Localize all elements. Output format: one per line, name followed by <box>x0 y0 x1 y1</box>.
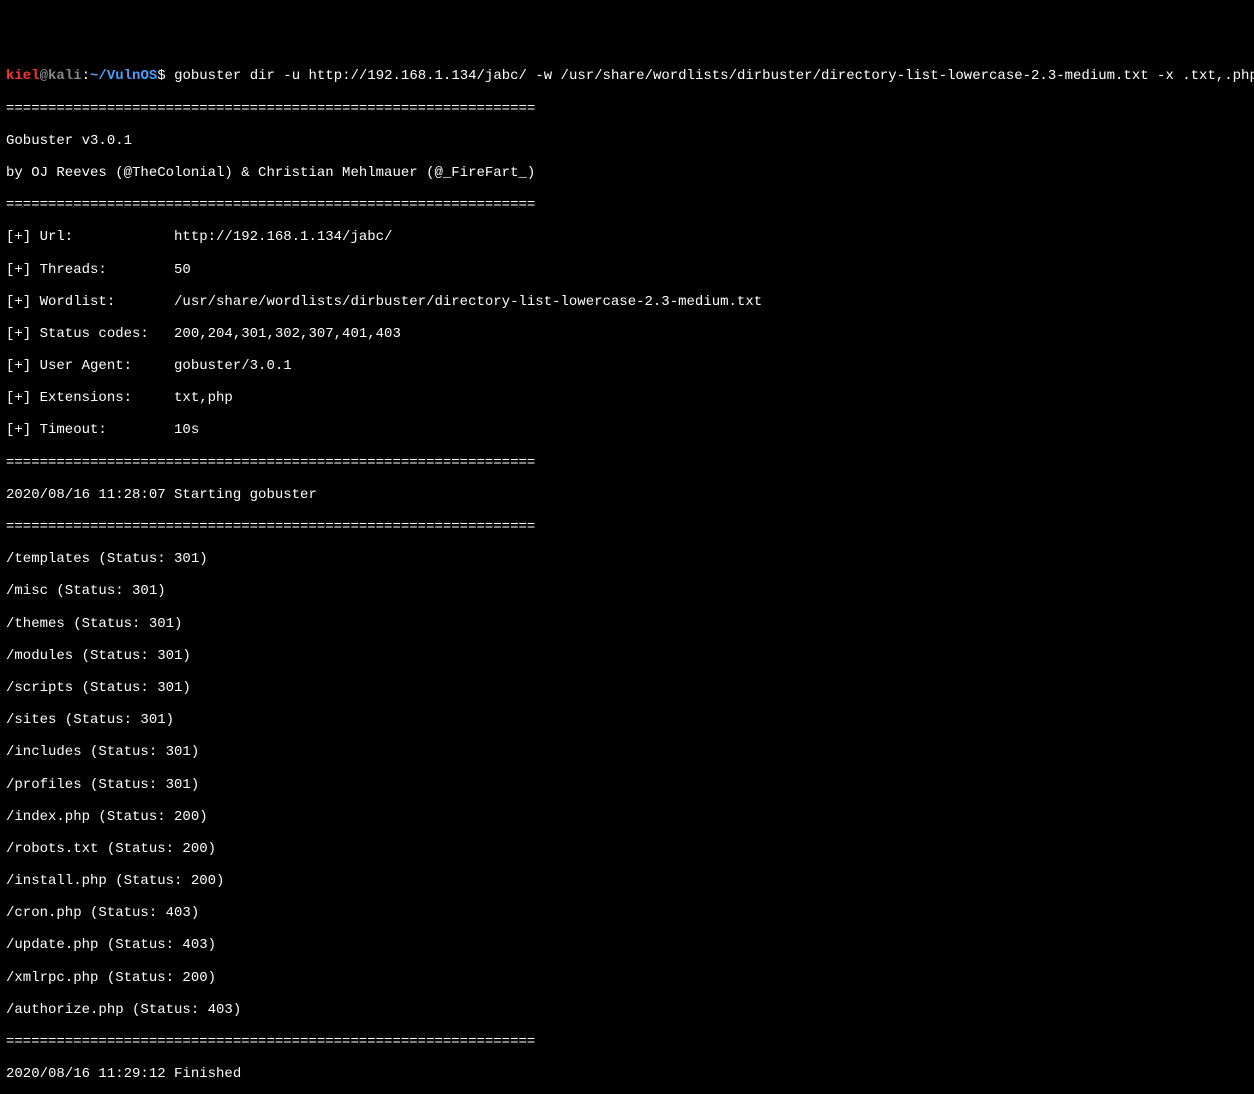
gobuster-authors: by OJ Reeves (@TheColonial) & Christian … <box>6 165 1248 181</box>
prompt-dollar: $ <box>157 68 174 84</box>
divider: ========================================… <box>6 101 1248 117</box>
config-wordlist: [+] Wordlist: /usr/share/wordlists/dirbu… <box>6 294 1248 310</box>
divider: ========================================… <box>6 455 1248 471</box>
result-line: /modules (Status: 301) <box>6 648 1248 664</box>
divider: ========================================… <box>6 197 1248 213</box>
prompt-user: kiel <box>6 68 40 84</box>
result-line: /install.php (Status: 200) <box>6 873 1248 889</box>
result-line: /sites (Status: 301) <box>6 712 1248 728</box>
config-user-agent: [+] User Agent: gobuster/3.0.1 <box>6 358 1248 374</box>
result-line: /misc (Status: 301) <box>6 583 1248 599</box>
gobuster-version: Gobuster v3.0.1 <box>6 133 1248 149</box>
divider: ========================================… <box>6 1034 1248 1050</box>
starting-message: 2020/08/16 11:28:07 Starting gobuster <box>6 487 1248 503</box>
prompt-at: @ <box>40 68 48 84</box>
result-line: /templates (Status: 301) <box>6 551 1248 567</box>
prompt-line-1[interactable]: kiel@kali:~/VulnOS$ gobuster dir -u http… <box>6 68 1248 84</box>
config-extensions: [+] Extensions: txt,php <box>6 390 1248 406</box>
config-url: [+] Url: http://192.168.1.134/jabc/ <box>6 229 1248 245</box>
config-threads: [+] Threads: 50 <box>6 262 1248 278</box>
result-line: /profiles (Status: 301) <box>6 777 1248 793</box>
prompt-tilde: ~/ <box>90 68 107 84</box>
result-line: /xmlrpc.php (Status: 200) <box>6 970 1248 986</box>
prompt-colon: : <box>82 68 90 84</box>
result-line: /themes (Status: 301) <box>6 616 1248 632</box>
config-status-codes: [+] Status codes: 200,204,301,302,307,40… <box>6 326 1248 342</box>
command-text: gobuster dir -u http://192.168.1.134/jab… <box>174 68 1254 84</box>
result-line: /cron.php (Status: 403) <box>6 905 1248 921</box>
result-line: /scripts (Status: 301) <box>6 680 1248 696</box>
config-timeout: [+] Timeout: 10s <box>6 422 1248 438</box>
divider: ========================================… <box>6 519 1248 535</box>
finished-message: 2020/08/16 11:29:12 Finished <box>6 1066 1248 1082</box>
prompt-path: VulnOS <box>107 68 157 84</box>
result-line: /authorize.php (Status: 403) <box>6 1002 1248 1018</box>
result-line: /update.php (Status: 403) <box>6 937 1248 953</box>
result-line: /index.php (Status: 200) <box>6 809 1248 825</box>
result-line: /robots.txt (Status: 200) <box>6 841 1248 857</box>
prompt-host: kali <box>48 68 82 84</box>
result-line: /includes (Status: 301) <box>6 744 1248 760</box>
